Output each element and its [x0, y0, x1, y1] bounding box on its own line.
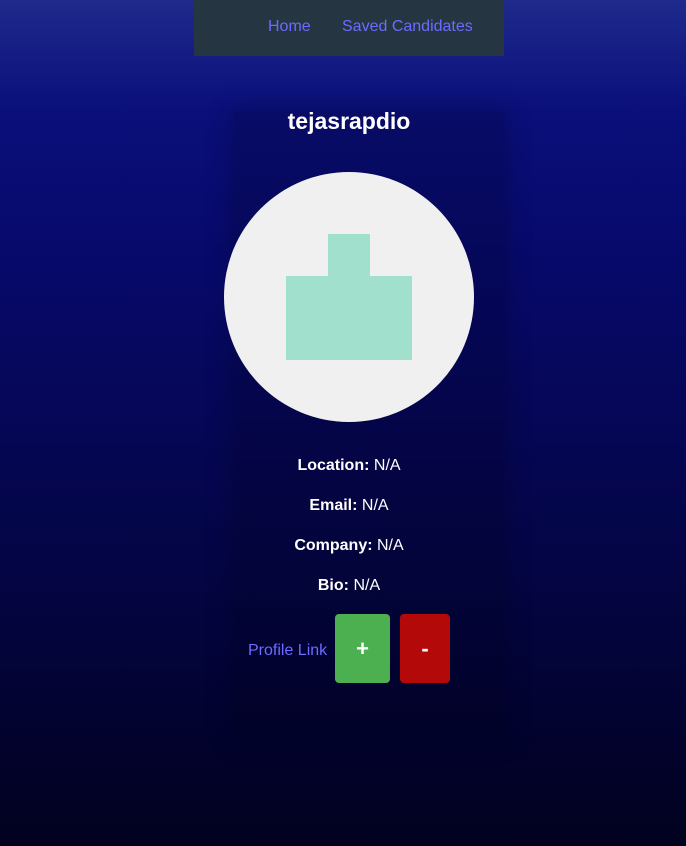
company-label: Company:	[294, 537, 373, 554]
candidate-username: tejasrapdio	[287, 108, 411, 134]
default-avatar-icon	[224, 172, 474, 422]
bio-value: N/A	[353, 577, 381, 594]
location-label: Location:	[297, 457, 370, 474]
add-candidate-button[interactable]: +	[335, 614, 390, 683]
top-nav: Home Saved Candidates	[194, 0, 504, 56]
location-value: N/A	[373, 457, 401, 474]
location-row: Location: N/A	[194, 457, 504, 475]
nav-home-link[interactable]: Home	[268, 18, 311, 36]
avatar-shape-top	[328, 234, 370, 276]
email-row: Email: N/A	[194, 497, 504, 515]
company-value: N/A	[377, 537, 404, 554]
company-row: Company: N/A	[194, 537, 504, 555]
nav-saved-candidates-link[interactable]: Saved Candidates	[342, 18, 473, 36]
avatar-shape-bottom	[286, 276, 412, 360]
email-label: Email:	[309, 497, 358, 514]
email-value: N/A	[361, 497, 389, 514]
bio-row: Bio: N/A	[194, 577, 504, 595]
remove-candidate-button[interactable]: -	[400, 614, 450, 683]
bio-label: Bio:	[317, 577, 349, 594]
profile-link[interactable]: Profile Link	[248, 642, 327, 660]
